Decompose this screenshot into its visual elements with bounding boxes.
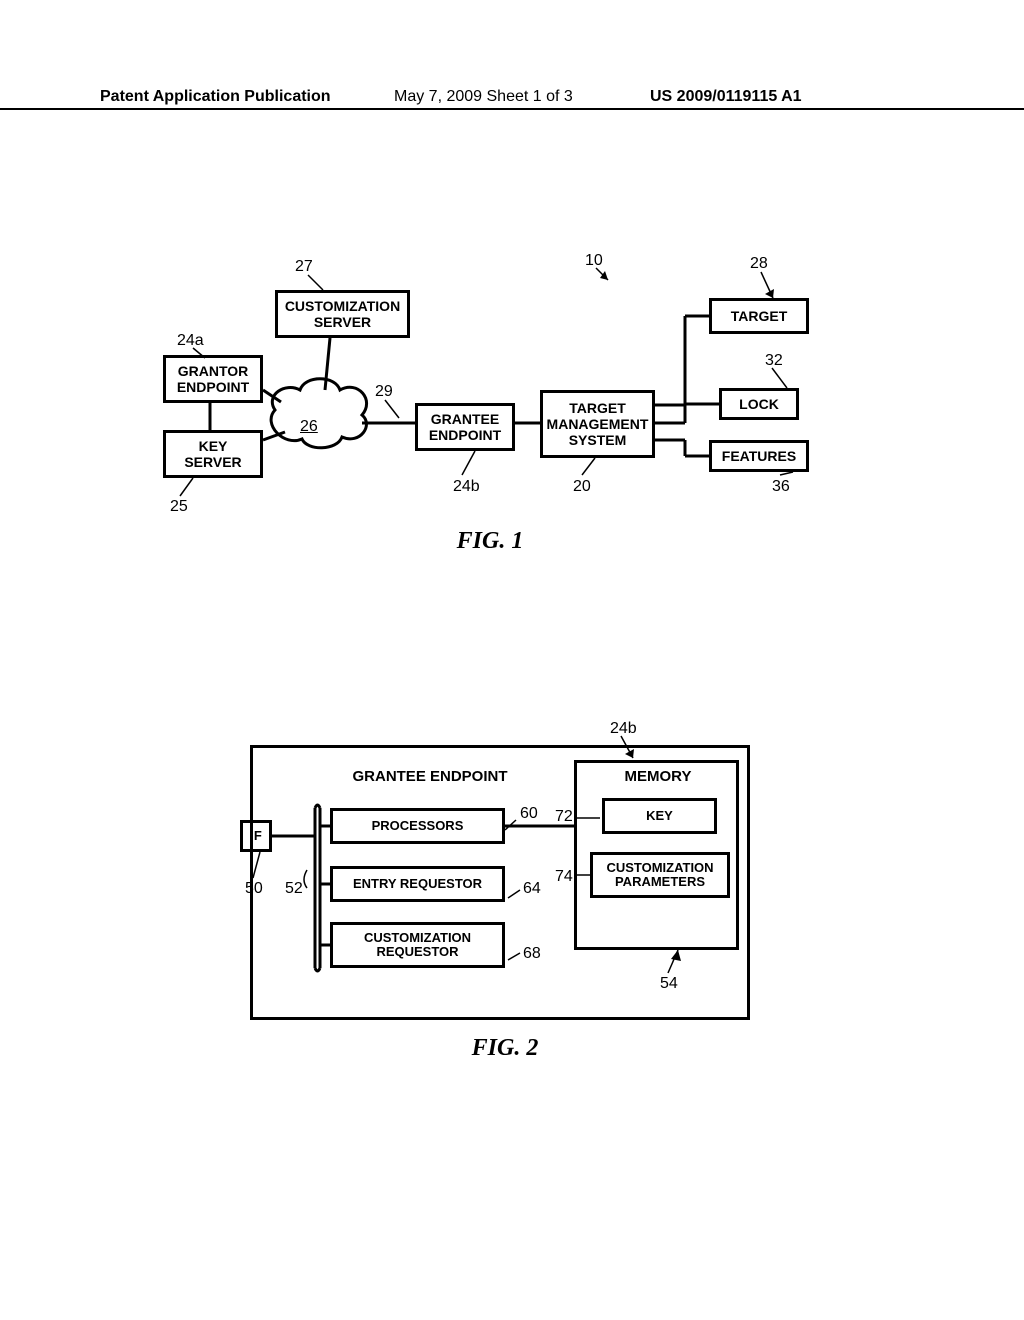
- figure-1: CUSTOMIZATIONSERVER GRANTORENDPOINT KEYS…: [155, 240, 855, 570]
- page-header: Patent Application Publication May 7, 20…: [0, 88, 1024, 110]
- fig1-overlay: [155, 240, 855, 570]
- header-left: Patent Application Publication: [100, 88, 331, 106]
- fig2-overlay: [230, 730, 790, 1080]
- fig2-caption: FIG. 2: [445, 1035, 565, 1062]
- header-right: US 2009/0119115 A1: [650, 88, 802, 106]
- fig1-caption: FIG. 1: [430, 528, 550, 555]
- figure-2: GRANTEE ENDPOINT MEMORY IF PROCESSORS EN…: [230, 730, 770, 1080]
- header-center: May 7, 2009 Sheet 1 of 3: [394, 88, 573, 106]
